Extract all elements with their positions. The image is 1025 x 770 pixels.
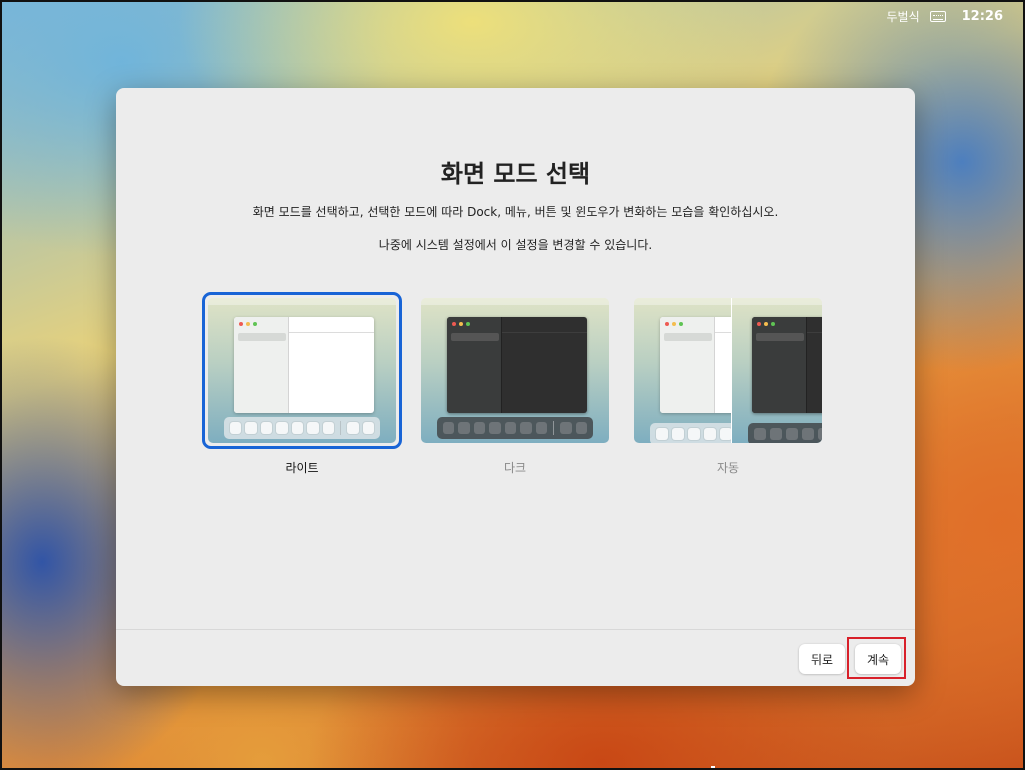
desktop-wallpaper: 두벌식 12:26 화면 모드 선택 화면 모드를 선택하고, 선택한 모드에 … [0, 0, 1025, 770]
mouse-cursor-icon [711, 766, 715, 768]
preview-window [447, 317, 587, 413]
preview-content [715, 317, 731, 413]
preview-sidebar [447, 317, 502, 413]
traffic-lights-icon [757, 322, 775, 326]
option-auto-label[interactable]: 자동 [628, 459, 828, 476]
keyboard-icon[interactable] [929, 11, 946, 22]
preview-dock [748, 423, 822, 443]
preview-sidebar [234, 317, 289, 413]
auto-preview-light-half [634, 298, 731, 443]
light-preview[interactable] [208, 298, 396, 443]
dark-preview[interactable] [421, 298, 609, 443]
preview-window [752, 317, 822, 413]
option-light[interactable]: 라이트 [202, 292, 402, 476]
option-light-frame[interactable] [202, 292, 402, 449]
preview-sidebar-item [238, 333, 286, 341]
preview-sidebar-item [451, 333, 499, 341]
option-light-label[interactable]: 라이트 [202, 459, 402, 476]
preview-dock [437, 417, 593, 439]
preview-content [502, 317, 587, 413]
menu-bar-status: 두벌식 12:26 [886, 8, 1003, 25]
back-button[interactable]: 뒤로 [799, 644, 845, 674]
preview-sidebar-item [756, 333, 804, 341]
preview-dock [650, 423, 731, 443]
preview-sidebar-item [664, 333, 712, 341]
traffic-lights-icon [452, 322, 470, 326]
preview-sidebar [660, 317, 715, 413]
appearance-options: 라이트 다크 자동 [202, 292, 828, 482]
preview-content [807, 317, 822, 413]
preview-dock [224, 417, 380, 439]
preview-menubar [634, 298, 731, 305]
continue-button[interactable]: 계속 [855, 644, 901, 674]
clock: 12:26 [961, 9, 1003, 24]
preview-sidebar [752, 317, 807, 413]
option-dark-frame[interactable] [415, 292, 615, 449]
traffic-lights-icon [239, 322, 257, 326]
page-note: 나중에 시스템 설정에서 이 설정을 변경할 수 있습니다. [378, 238, 653, 252]
option-dark[interactable]: 다크 [415, 292, 615, 476]
preview-window [234, 317, 374, 413]
option-auto[interactable]: 자동 [628, 292, 828, 476]
option-dark-label[interactable]: 다크 [415, 459, 615, 476]
footer-divider [116, 629, 915, 630]
input-method-label[interactable]: 두벌식 [886, 8, 919, 25]
preview-content [289, 317, 374, 413]
preview-menubar [732, 298, 822, 305]
auto-preview[interactable] [634, 298, 822, 443]
split-divider [731, 298, 732, 443]
page-title: 화면 모드 선택 [440, 160, 591, 188]
auto-preview-dark-half [732, 298, 822, 443]
preview-window [660, 317, 731, 413]
preview-menubar [421, 298, 609, 305]
appearance-dialog: 화면 모드 선택 화면 모드를 선택하고, 선택한 모드에 따라 Dock, 메… [116, 88, 915, 686]
preview-menubar [208, 298, 396, 305]
traffic-lights-icon [665, 322, 683, 326]
option-auto-frame[interactable] [628, 292, 828, 449]
page-subtitle: 화면 모드를 선택하고, 선택한 모드에 따라 Dock, 메뉴, 버튼 및 윈… [252, 205, 779, 219]
